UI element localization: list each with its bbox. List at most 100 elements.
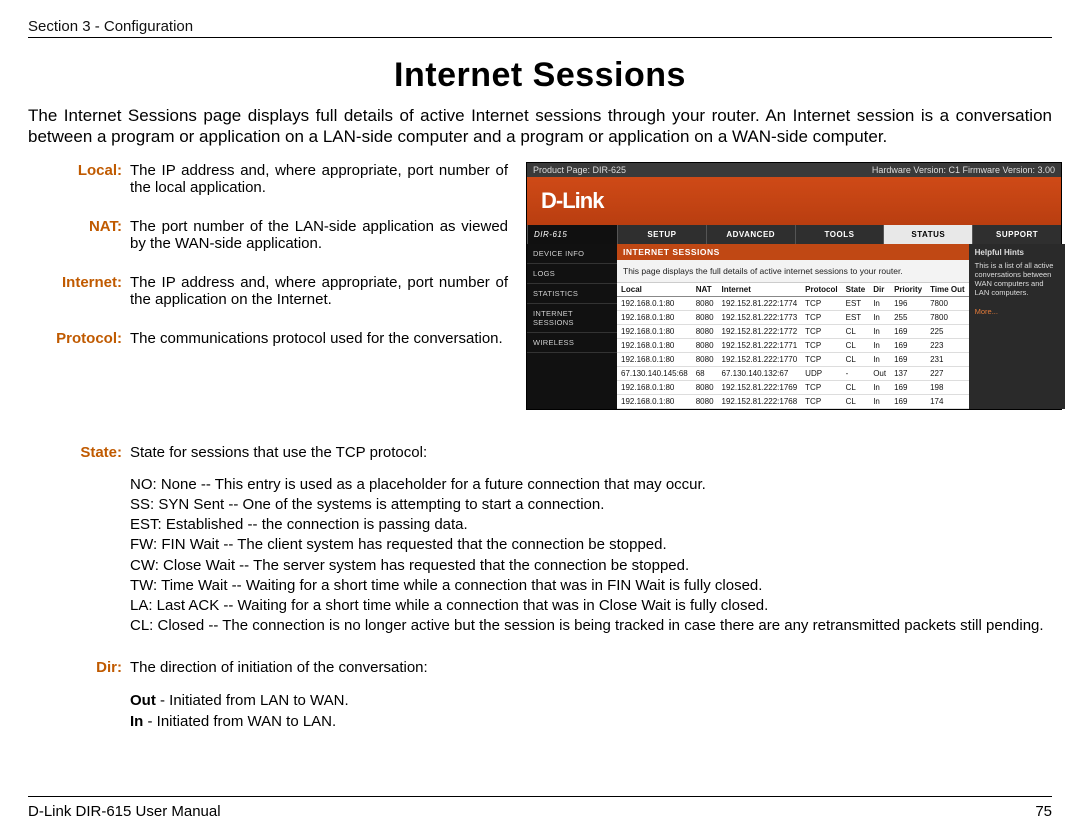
table-cell: TCP	[801, 380, 841, 394]
table-cell: TCP	[801, 324, 841, 338]
table-cell: 192.168.0.1:80	[617, 380, 692, 394]
state-line: SS: SYN Sent -- One of the systems is at…	[130, 495, 1052, 515]
table-cell: CL	[842, 352, 870, 366]
table-header: NAT	[692, 283, 718, 297]
table-cell: In	[869, 380, 890, 394]
term-local: Local:	[28, 162, 122, 196]
table-row: 192.168.0.1:808080192.152.81.222:1768TCP…	[617, 394, 969, 408]
table-cell: 198	[926, 380, 969, 394]
table-cell: 192.152.81.222:1769	[718, 380, 802, 394]
table-cell: 169	[890, 394, 926, 408]
table-cell: 192.152.81.222:1768	[718, 394, 802, 408]
table-cell: CL	[842, 380, 870, 394]
table-cell: 67.130.140.145:68	[617, 366, 692, 380]
table-cell: 227	[926, 366, 969, 380]
page-title: Internet Sessions	[28, 56, 1052, 95]
hints-more[interactable]: More...	[975, 307, 1059, 316]
nav-status[interactable]: STATUS	[883, 225, 972, 244]
dir-lead: The direction of initiation of the conve…	[130, 659, 1052, 676]
footer-page: 75	[1035, 803, 1052, 820]
side-device-info[interactable]: DEVICE INFO	[527, 244, 617, 264]
table-cell: 8080	[692, 352, 718, 366]
hints-body: This is a list of all active conversatio…	[975, 261, 1059, 297]
body-nat: The port number of the LAN-side applicat…	[130, 218, 508, 252]
dlink-logo: D-Link	[541, 188, 603, 214]
table-header: State	[842, 283, 870, 297]
table-cell: 169	[890, 324, 926, 338]
table-cell: TCP	[801, 310, 841, 324]
table-cell: UDP	[801, 366, 841, 380]
side-wireless[interactable]: WIRELESS	[527, 333, 617, 353]
side-logs[interactable]: LOGS	[527, 264, 617, 284]
table-cell: 223	[926, 338, 969, 352]
state-line: CW: Close Wait -- The server system has …	[130, 556, 1052, 576]
body-dir: The direction of initiation of the conve…	[130, 659, 1052, 732]
table-header: Time Out	[926, 283, 969, 297]
section-header: Section 3 - Configuration	[28, 18, 1052, 35]
table-cell: 192.152.81.222:1773	[718, 310, 802, 324]
table-cell: 192.168.0.1:80	[617, 352, 692, 366]
table-cell: In	[869, 296, 890, 310]
term-dir: Dir:	[28, 659, 122, 732]
table-row: 192.168.0.1:808080192.152.81.222:1772TCP…	[617, 324, 969, 338]
table-cell: 192.152.81.222:1771	[718, 338, 802, 352]
panel-desc: This page displays the full details of a…	[617, 260, 969, 283]
nav-tools[interactable]: TOOLS	[795, 225, 884, 244]
side-internet-sessions[interactable]: INTERNET SESSIONS	[527, 304, 617, 333]
table-cell: 169	[890, 380, 926, 394]
nav-advanced[interactable]: ADVANCED	[706, 225, 795, 244]
state-line: EST: Established -- the connection is pa…	[130, 515, 1052, 535]
state-line: CL: Closed -- The connection is no longe…	[130, 616, 1052, 636]
side-statistics[interactable]: STATISTICS	[527, 284, 617, 304]
router-screenshot: Product Page: DIR-625 Hardware Version: …	[526, 162, 1062, 410]
intro-paragraph: The Internet Sessions page displays full…	[28, 105, 1052, 148]
state-line: LA: Last ACK -- Waiting for a short time…	[130, 596, 1052, 616]
table-cell: Out	[869, 366, 890, 380]
table-cell: EST	[842, 296, 870, 310]
body-state: State for sessions that use the TCP prot…	[130, 444, 1052, 637]
dir-in: In - Initiated from WAN to LAN.	[130, 711, 1052, 732]
footer-rule	[28, 796, 1052, 797]
sessions-table: LocalNATInternetProtocolStateDirPriority…	[617, 283, 969, 409]
table-cell: 192.168.0.1:80	[617, 296, 692, 310]
table-cell: TCP	[801, 338, 841, 352]
table-cell: TCP	[801, 296, 841, 310]
table-row: 67.130.140.145:686867.130.140.132:67UDP-…	[617, 366, 969, 380]
table-cell: 192.152.81.222:1772	[718, 324, 802, 338]
table-cell: 192.168.0.1:80	[617, 394, 692, 408]
term-internet: Internet:	[28, 274, 122, 308]
state-line: TW: Time Wait -- Waiting for a short tim…	[130, 576, 1052, 596]
table-cell: EST	[842, 310, 870, 324]
table-row: 192.168.0.1:808080192.152.81.222:1771TCP…	[617, 338, 969, 352]
router-model: DIR-615	[527, 225, 617, 244]
table-cell: 7800	[926, 296, 969, 310]
term-nat: NAT:	[28, 218, 122, 252]
nav-support[interactable]: SUPPORT	[972, 225, 1061, 244]
hints-title: Helpful Hints	[975, 248, 1059, 257]
table-cell: In	[869, 338, 890, 352]
table-cell: TCP	[801, 394, 841, 408]
table-cell: 196	[890, 296, 926, 310]
table-cell: 192.168.0.1:80	[617, 310, 692, 324]
table-cell: CL	[842, 394, 870, 408]
table-cell: 169	[890, 352, 926, 366]
table-cell: 8080	[692, 394, 718, 408]
table-cell: In	[869, 394, 890, 408]
term-state: State:	[28, 444, 122, 637]
table-cell: In	[869, 310, 890, 324]
table-cell: 8080	[692, 310, 718, 324]
table-row: 192.168.0.1:808080192.152.81.222:1769TCP…	[617, 380, 969, 394]
table-cell: 255	[890, 310, 926, 324]
table-header: Priority	[890, 283, 926, 297]
table-cell: 192.168.0.1:80	[617, 338, 692, 352]
table-cell: 192.152.81.222:1774	[718, 296, 802, 310]
table-cell: 174	[926, 394, 969, 408]
nav-setup[interactable]: SETUP	[617, 225, 706, 244]
router-hw: Hardware Version: C1 Firmware Version: 3…	[872, 165, 1055, 175]
table-cell: 231	[926, 352, 969, 366]
header-rule	[28, 37, 1052, 38]
body-protocol: The communications protocol used for the…	[130, 330, 508, 347]
table-cell: 68	[692, 366, 718, 380]
dir-out: Out - Initiated from LAN to WAN.	[130, 690, 1052, 711]
table-row: 192.168.0.1:808080192.152.81.222:1770TCP…	[617, 352, 969, 366]
